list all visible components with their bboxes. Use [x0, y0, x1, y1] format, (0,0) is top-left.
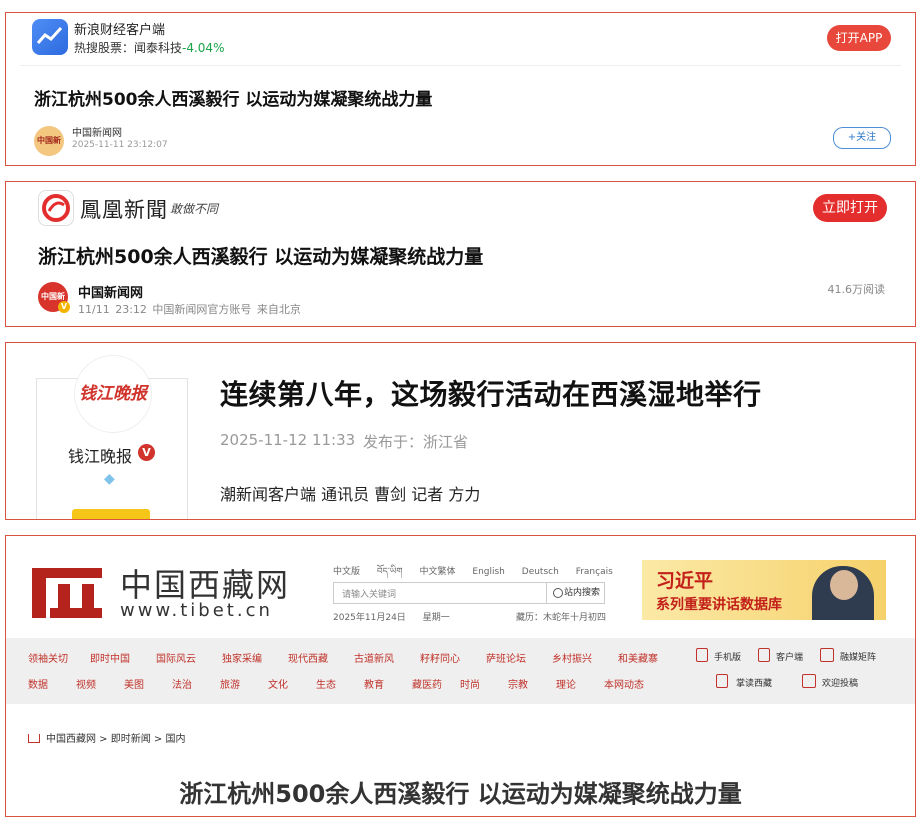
nav-item[interactable]: 宗教 — [508, 676, 556, 691]
nav-row-primary: 领袖关切 即时中国 国际风云 独家采编 现代西藏 古道新风 籽籽同心 萨班论坛 乡村振兴 和美藏寨 — [28, 650, 684, 665]
publish-time: 2025-11-11 23:12:07 — [72, 140, 168, 150]
nav-item[interactable]: 现代西藏 — [288, 650, 354, 665]
nav-item[interactable]: 即时中国 — [90, 650, 156, 665]
nav-item[interactable]: 独家采编 — [222, 650, 288, 665]
read-count: 41.6万阅读 — [827, 283, 886, 296]
sina-finance-app-icon — [32, 19, 68, 55]
nav-item[interactable]: 数据 — [28, 676, 76, 691]
nav-item[interactable]: 生态 — [316, 676, 364, 691]
open-now-button[interactable]: 立即打开 — [813, 194, 887, 222]
publish-location: 发布于：浙江省 — [363, 433, 469, 451]
qianjiang-article-panel: 钱江晚报 钱江晚报 V ◆ 连续第八年，这场毅行活动在西溪湿地举行 2025-1… — [5, 342, 916, 520]
hot-stock-line[interactable]: 热搜股票：闻泰科技-4.04% — [74, 39, 224, 56]
source-name[interactable]: 中国新闻网 — [72, 124, 122, 139]
read-tibet-link[interactable]: 掌读西藏 — [736, 676, 772, 689]
divider — [20, 65, 901, 66]
nav-item[interactable]: 美图 — [124, 676, 172, 691]
nav-item[interactable]: 理论 — [556, 676, 604, 691]
search-button-label: 站内搜索 — [563, 588, 600, 598]
lang-simplified[interactable]: 中文版 — [333, 567, 360, 577]
ifeng-logo-icon — [38, 190, 74, 226]
nav-item[interactable]: 古道新风 — [354, 650, 420, 665]
breadcrumb-path[interactable]: 中国西藏网 > 即时新闻 > 国内 — [46, 734, 185, 745]
nav-item[interactable]: 时尚 — [460, 676, 508, 691]
nav-row-secondary: 数据 视频 美图 法治 旅游 文化 生态 教育 藏医药 时尚 宗教 理论 本网动态 — [28, 676, 664, 691]
mail-icon — [802, 674, 816, 688]
media-avatar[interactable]: 钱江晚报 — [74, 355, 152, 433]
media-matrix-link[interactable]: 融媒矩阵 — [840, 650, 876, 663]
article-title: 浙江杭州500余人西溪毅行 以运动为媒凝聚统战力量 — [179, 780, 742, 808]
app-name: 新浪财经客户端 — [74, 23, 166, 38]
media-name[interactable]: 钱江晚报 — [68, 443, 132, 467]
publish-date: 2025-11-12 11:33 — [220, 431, 356, 449]
subscribe-button[interactable] — [72, 509, 150, 519]
ifeng-slogan: 敢做不同 — [170, 202, 219, 216]
verified-badge-icon: V — [58, 301, 70, 313]
tibet-logo-icon[interactable] — [28, 562, 106, 624]
banner-title: 习近平 — [656, 570, 714, 592]
mobile-icon — [696, 648, 708, 662]
nav-item[interactable]: 萨班论坛 — [486, 650, 552, 665]
promo-banner[interactable]: 习近平 系列重要讲话数据库 — [642, 560, 886, 620]
matrix-icon — [820, 648, 834, 662]
tibetan-calendar-date: 藏历：木蛇年十月初四 — [516, 613, 607, 623]
article-meta: 11/11 23:12 中国新闻网官方账号 来自北京 — [78, 303, 301, 316]
search-button[interactable]: 站内搜索 — [546, 583, 604, 603]
nav-item[interactable]: 视频 — [76, 676, 124, 691]
stock-change: -4.04% — [182, 41, 225, 55]
article-title: 浙江杭州500余人西溪毅行 以运动为媒凝聚统战力量 — [38, 246, 484, 268]
current-date: 2025年11月24日 星期一 — [333, 610, 464, 623]
nav-item[interactable]: 领袖关切 — [28, 650, 90, 665]
nav-item[interactable]: 藏医药 — [412, 676, 460, 691]
home-icon[interactable] — [28, 734, 40, 743]
ifeng-brand-name: 鳳凰新聞 — [80, 198, 168, 222]
banner-face — [830, 570, 858, 600]
source-avatar[interactable]: 中国新闻 — [34, 126, 64, 156]
byline: 潮新闻客户端 通讯员 曹剑 记者 方力 — [220, 485, 481, 504]
diamond-icon: ◆ — [104, 471, 115, 487]
submit-article-link[interactable]: 欢迎投稿 — [822, 676, 858, 689]
hot-stock-label: 热搜股票：闻泰科技 — [74, 41, 183, 55]
search-input[interactable]: 请输入关键词 — [342, 587, 396, 600]
source-name[interactable]: 中国新闻网 — [78, 282, 143, 301]
lang-german[interactable]: Deutsch — [522, 567, 559, 577]
weekday-text: 星期一 — [422, 613, 450, 623]
nav-item[interactable]: 籽籽同心 — [420, 650, 486, 665]
open-app-button[interactable]: 打开APP — [827, 25, 891, 51]
nav-item[interactable]: 教育 — [364, 676, 412, 691]
reader-icon — [716, 674, 728, 688]
nav-item[interactable]: 文化 — [268, 676, 316, 691]
lang-english[interactable]: English — [472, 567, 505, 577]
banner-subtitle: 系列重要讲话数据库 — [656, 597, 782, 613]
verified-badge-icon: V — [138, 444, 155, 461]
app-client-link[interactable]: 客户端 — [776, 650, 803, 663]
nav-item[interactable]: 和美藏寨 — [618, 650, 684, 665]
lang-traditional[interactable]: 中文繁体 — [420, 567, 456, 577]
follow-button[interactable]: +关注 — [833, 127, 891, 149]
app-client-icon — [758, 648, 770, 662]
date-text: 2025年11月24日 — [333, 613, 406, 623]
article-headline: 连续第八年，这场毅行活动在西溪湿地举行 — [220, 378, 762, 411]
nav-item[interactable]: 旅游 — [220, 676, 268, 691]
nav-item[interactable]: 乡村振兴 — [552, 650, 618, 665]
mobile-version-link[interactable]: 手机版 — [714, 650, 741, 663]
breadcrumb: 中国西藏网 > 即时新闻 > 国内 — [28, 730, 185, 745]
nav-item[interactable]: 国际风云 — [156, 650, 222, 665]
article-title: 浙江杭州500余人西溪毅行 以运动为媒凝聚统战力量 — [34, 90, 433, 110]
search-box: 请输入关键词 站内搜索 — [333, 582, 605, 604]
lang-french[interactable]: Français — [576, 567, 613, 577]
nav-item[interactable]: 本网动态 — [604, 676, 664, 691]
site-url[interactable]: www.tibet.cn — [120, 600, 273, 621]
sina-app-banner: 新浪财经客户端 热搜股票：闻泰科技-4.04% 打开APP — [6, 13, 915, 65]
nav-band — [6, 638, 915, 704]
tibet-article-panel: 中国西藏网 www.tibet.cn 中文版 བོད་ཡིག 中文繁体 Engl… — [5, 535, 916, 817]
ifeng-article-panel: 鳳凰新聞 敢做不同 立即打开 浙江杭州500余人西溪毅行 以运动为媒凝聚统战力量… — [5, 181, 916, 327]
search-icon — [553, 588, 563, 598]
sina-article-panel: 新浪财经客户端 热搜股票：闻泰科技-4.04% 打开APP 浙江杭州500余人西… — [5, 12, 916, 166]
nav-item[interactable]: 法治 — [172, 676, 220, 691]
lang-tibetan[interactable]: བོད་ཡིག — [377, 567, 403, 577]
